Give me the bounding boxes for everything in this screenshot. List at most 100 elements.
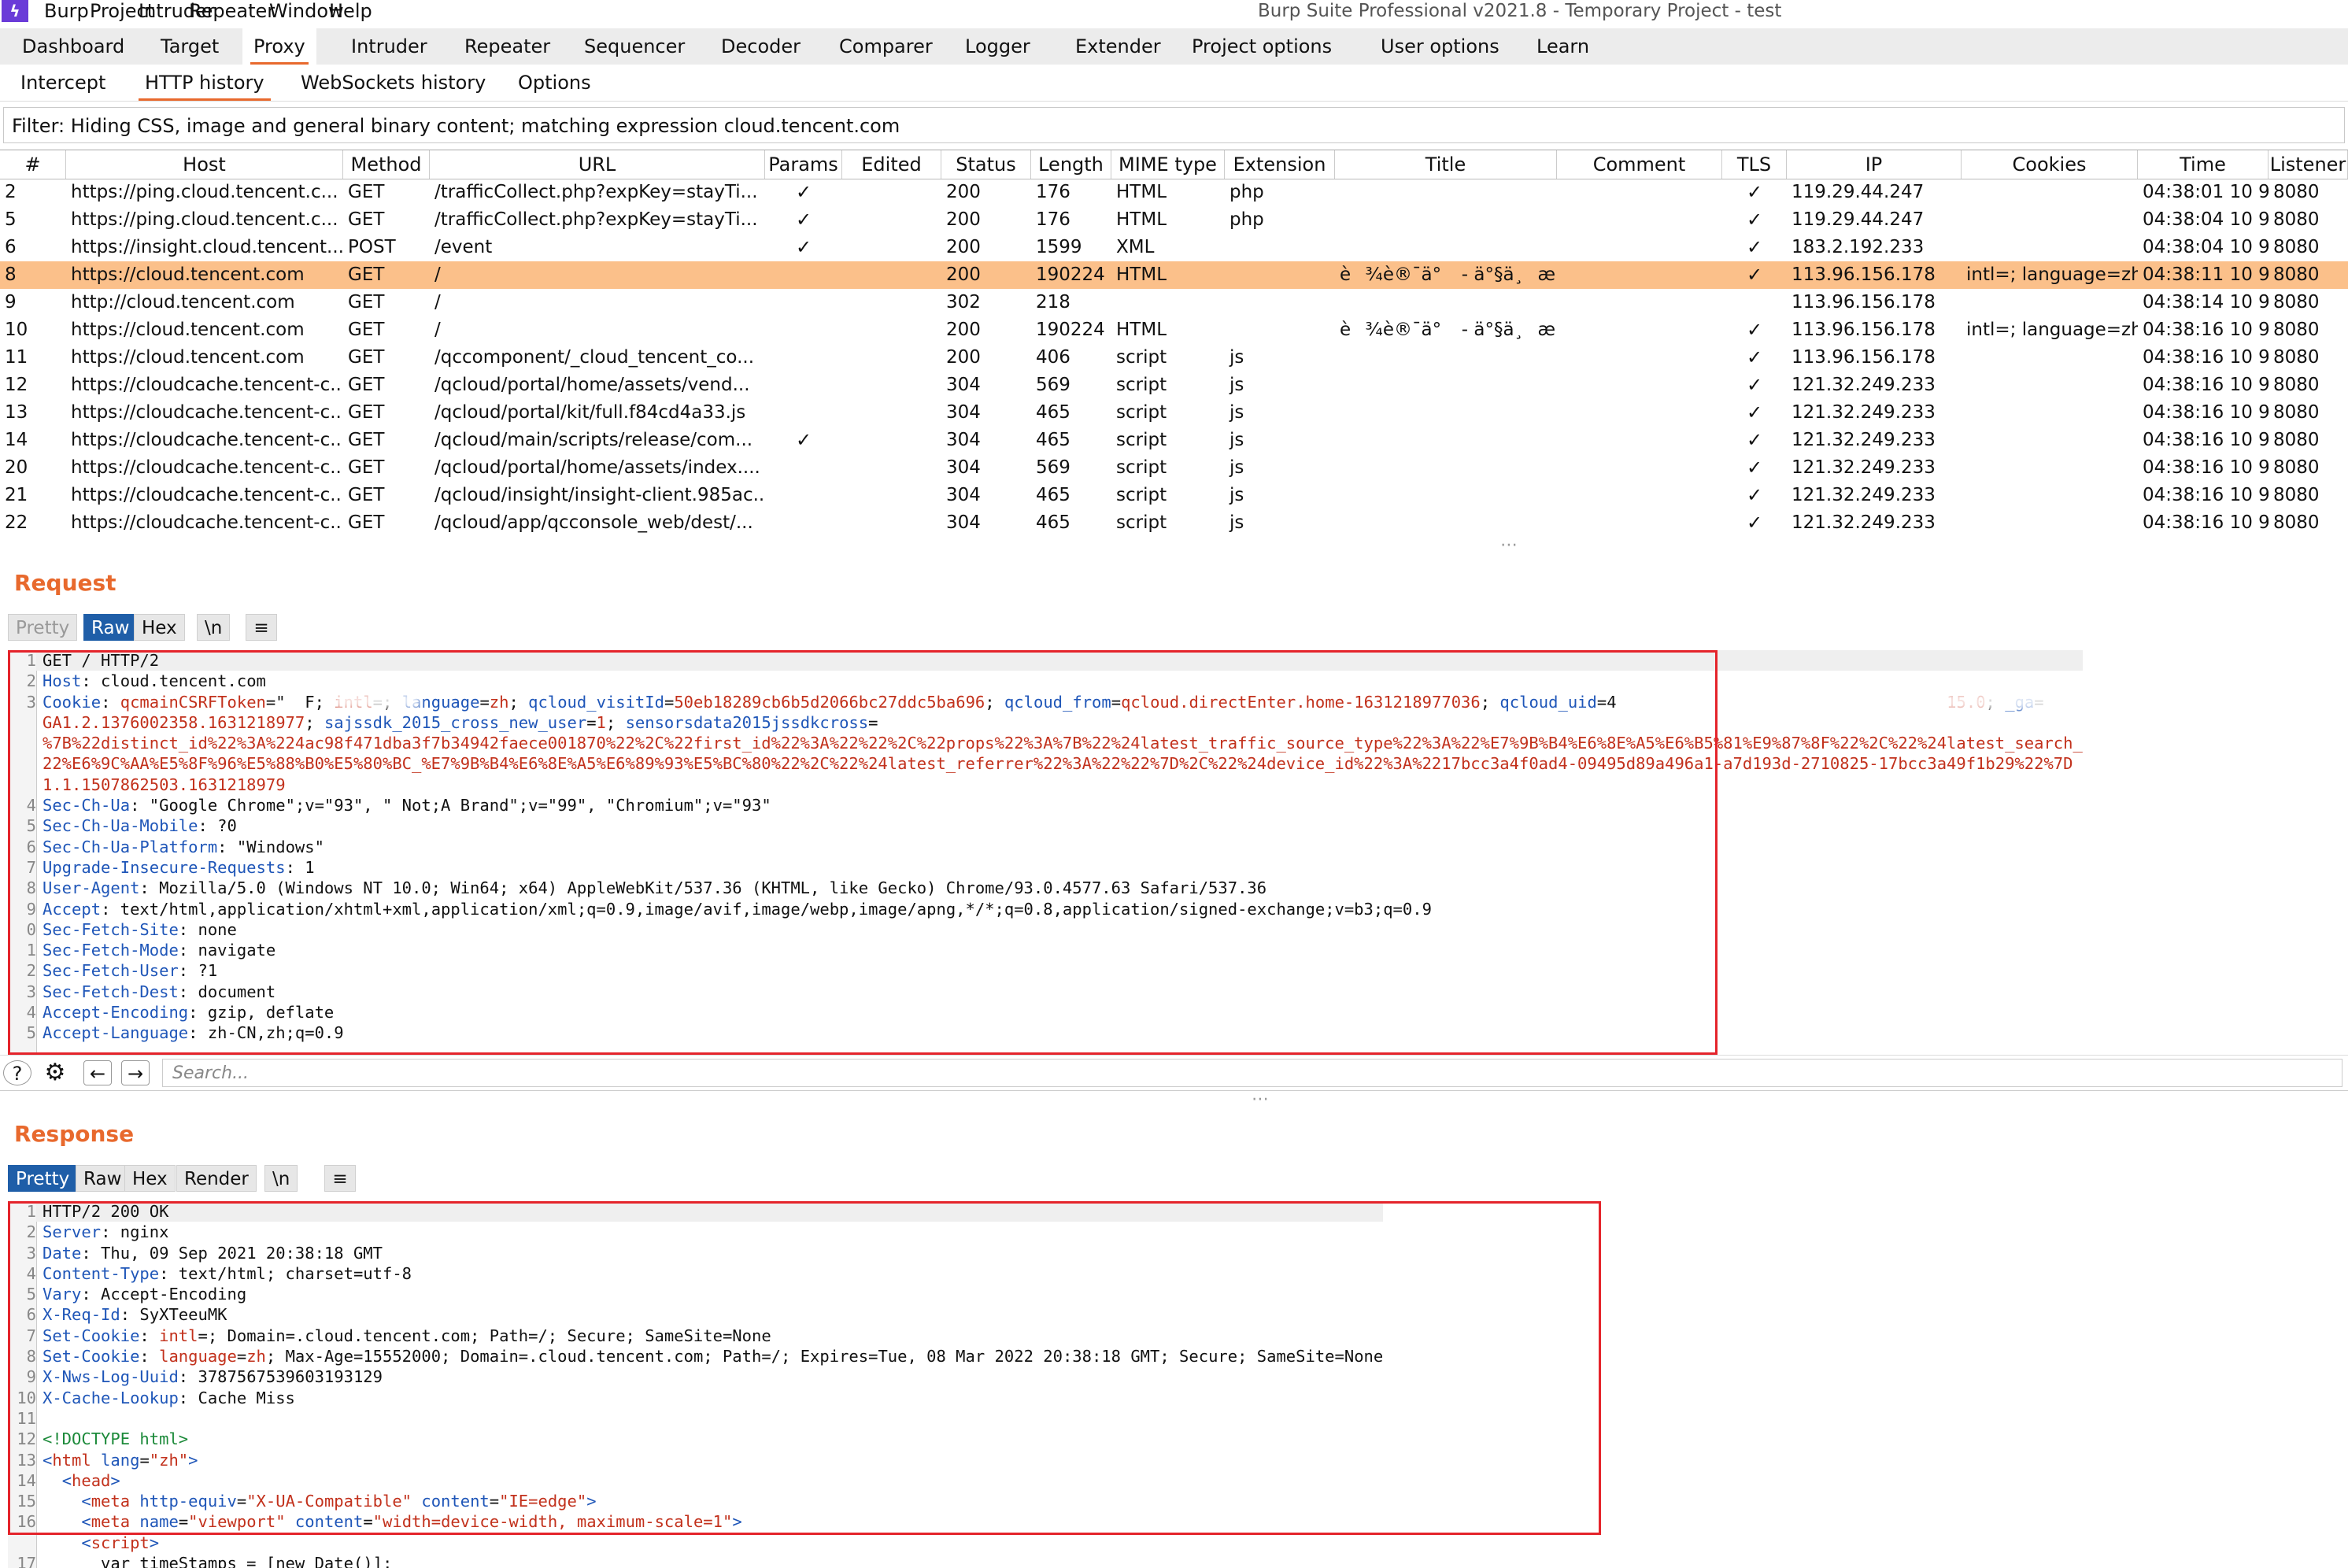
tab-intruder[interactable]: Intruder [340,28,438,65]
tab-extender[interactable]: Extender [1064,28,1172,65]
table-row[interactable]: 5 https://ping.cloud.tencent.c... GET/traf… [0,206,2348,234]
column-header-cookies[interactable]: Cookies [1962,150,2138,179]
filter-bar[interactable]: Filter: Hiding CSS, image and general bi… [3,107,2345,143]
table-cell-mime: script [1116,402,1167,423]
tls-check-icon: ✓ [1746,209,1763,231]
tab-sequencer[interactable]: Sequencer [573,28,696,65]
table-cell-title [1335,454,1557,482]
gear-icon[interactable]: ⚙ [41,1060,69,1085]
table-cell-mime: script [1116,512,1167,533]
column-header-comment[interactable]: Comment [1557,150,1722,179]
table-cell-status: 304 [946,430,981,450]
tab-repeater[interactable]: Repeater [453,28,561,65]
tab-learn[interactable]: Learn [1525,28,1600,65]
table-cell-status: 200 [946,209,981,230]
table-cell-cookies [1962,344,2138,372]
table-cell-url: /trafficCollect.php?expKey=stayTi... [434,182,758,202]
table-cell-n: 12 [5,375,28,395]
search-input[interactable]: Search... [162,1059,2342,1087]
table-row[interactable]: 21 https://cloudcache.tencent-c... GET/qcl… [0,482,2348,509]
column-header-mime-type[interactable]: MIME type [1111,150,1225,179]
request-view-newline-button[interactable]: \n [197,614,231,641]
table-row[interactable]: 10 https://cloud.tencent.com GET / 200 190224… [0,316,2348,344]
column-header-number[interactable]: # [0,150,66,179]
table-cell-length: 406 [1036,347,1070,368]
table-row[interactable]: 2 https://ping.cloud.tencent.c... GET/traf… [0,179,2348,206]
column-header-ip[interactable]: IP [1787,150,1962,179]
table-cell-time: 04:38:01 10 9... [2143,182,2269,202]
column-header-extension[interactable]: Extension [1225,150,1335,179]
tab-target[interactable]: Target [150,28,230,65]
request-view-pretty-button[interactable]: Pretty [8,614,78,641]
table-cell-edited [842,261,941,289]
table-row[interactable]: 14 https://cloudcache.tencent-c... GET/qcl… [0,427,2348,454]
subtab-options[interactable]: Options [505,65,604,101]
subtab-websockets-history[interactable]: WebSockets history [288,65,498,101]
response-view-render-button[interactable]: Render [176,1165,257,1192]
response-view-raw-button[interactable]: Raw [76,1165,130,1192]
tab-proxy[interactable]: Proxy [242,28,316,65]
table-row[interactable]: 12 https://cloudcache.tencent-c... GET/qcl… [0,372,2348,399]
table-cell-url: / [434,264,441,285]
response-view-pretty-button[interactable]: Pretty [8,1165,78,1192]
table-cell-listener: 8080 [2273,237,2320,257]
table-row[interactable]: 6 https://insight.cloud.tencent.... POST/e… [0,234,2348,261]
table-cell-cookies: intl=; language=zh [1966,320,2138,340]
table-cell-mime: XML [1116,237,1155,257]
column-header-status[interactable]: Status [941,150,1031,179]
response-view-hex-button[interactable]: Hex [124,1165,176,1192]
column-header-url[interactable]: URL [430,150,765,179]
table-cell-listener: 8080 [2273,430,2320,450]
table-row[interactable]: 20 https://cloudcache.tencent-c... GET/qcl… [0,454,2348,482]
request-view-hex-button[interactable]: Hex [134,614,185,641]
arrow-right-icon[interactable]: → [121,1060,150,1085]
table-cell-time: 04:38:16 10 9... [2143,457,2269,478]
table-cell-title [1335,399,1557,427]
subtab-http-history[interactable]: HTTP history [132,65,277,101]
tab-dashboard[interactable]: Dashboard [11,28,135,65]
splitter-grip-icon[interactable]: ⋯ [1500,535,1519,555]
tab-user-options[interactable]: User options [1370,28,1510,65]
column-header-params[interactable]: Params [765,150,842,179]
column-header-tls[interactable]: TLS [1722,150,1787,179]
table-cell-n: 14 [5,430,28,450]
table-row[interactable]: 9 http://cloud.tencent.com GET / 302 218 113.9… [0,289,2348,316]
table-row[interactable]: 11 https://cloud.tencent.com GET/qccompone… [0,344,2348,372]
menu-lines-icon[interactable]: ≡ [324,1165,356,1192]
menu-help[interactable]: Help [329,0,372,22]
tab-comparer[interactable]: Comparer [828,28,944,65]
table-row[interactable]: 13 https://cloudcache.tencent-c... GET/qcl… [0,399,2348,427]
splitter-grip-icon[interactable]: ⋯ [1252,1089,1270,1109]
column-header-edited[interactable]: Edited [842,150,941,179]
response-view-newline-button[interactable]: \n [264,1165,298,1192]
request-view-raw-button[interactable]: Raw [83,614,138,641]
column-header-length[interactable]: Length [1031,150,1111,179]
table-cell-listener: 8080 [2273,292,2320,312]
column-header-time[interactable]: Time [2138,150,2269,179]
tls-check-icon [1722,289,1787,316]
tls-check-icon: ✓ [1746,484,1763,506]
arrow-left-icon[interactable]: ← [83,1060,112,1085]
menu-repeater[interactable]: Repeater [189,0,275,22]
table-cell-ip: 113.96.156.178 [1792,292,1936,312]
column-header-host[interactable]: Host [66,150,343,179]
table-cell-comment [1557,372,1722,399]
tab-project-options[interactable]: Project options [1181,28,1343,65]
table-cell-cookies [1962,509,2138,537]
editor-line: var timeStamps = [new Date()]; [36,1553,1383,1568]
column-header-title[interactable]: Title [1335,150,1557,179]
params-check-icon [765,316,842,344]
table-row[interactable]: 8 https://cloud.tencent.com GET / 200 190224 H… [0,261,2348,289]
menu-lines-icon[interactable]: ≡ [246,614,277,641]
table-cell-ip: 121.32.249.233 [1792,430,1936,450]
tab-logger[interactable]: Logger [954,28,1041,65]
table-cell-status: 200 [946,237,981,257]
column-header-method[interactable]: Method [343,150,430,179]
tab-decoder[interactable]: Decoder [710,28,812,65]
table-row[interactable]: 22 https://cloudcache.tencent-c... GET/qcl… [0,509,2348,537]
column-header-listener[interactable]: Listener [2269,150,2348,179]
subtab-intercept[interactable]: Intercept [8,65,118,101]
help-icon[interactable]: ? [3,1060,31,1085]
menu-burp[interactable]: Burp [44,0,89,22]
table-cell-length: 465 [1036,430,1070,450]
